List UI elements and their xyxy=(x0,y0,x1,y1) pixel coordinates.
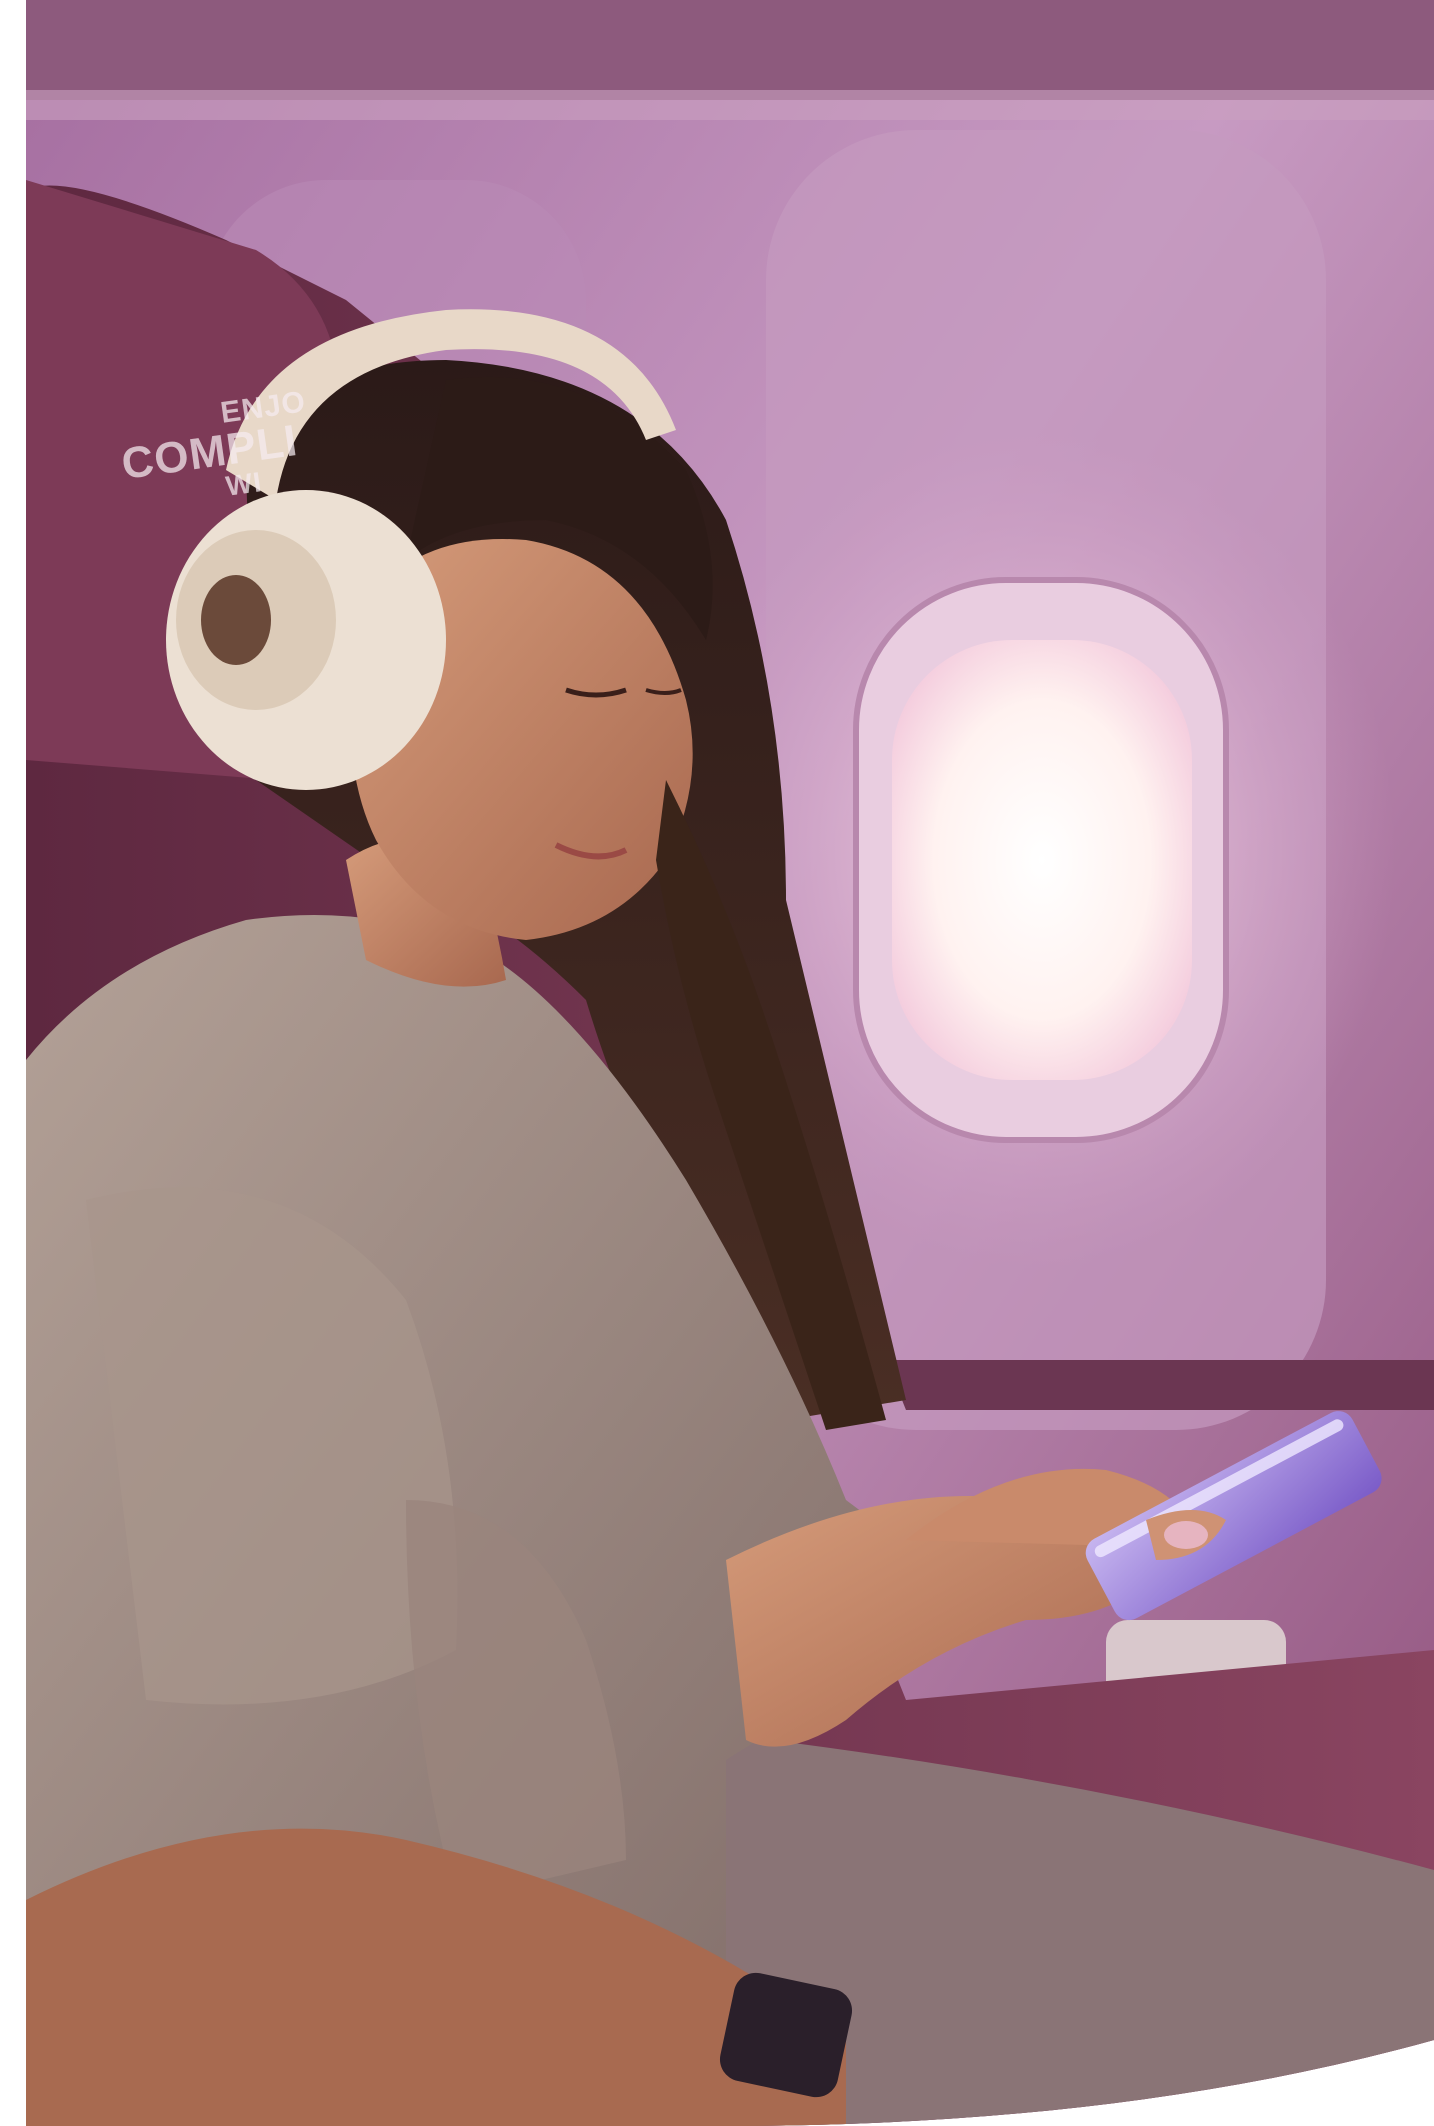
cabin-scene xyxy=(26,0,1434,2126)
overhead-panel xyxy=(26,0,1434,100)
airplane-window xyxy=(892,640,1192,1080)
hero-photo: ENJO COMPLI WI xyxy=(26,0,1434,2126)
armrest xyxy=(886,1360,1434,1410)
